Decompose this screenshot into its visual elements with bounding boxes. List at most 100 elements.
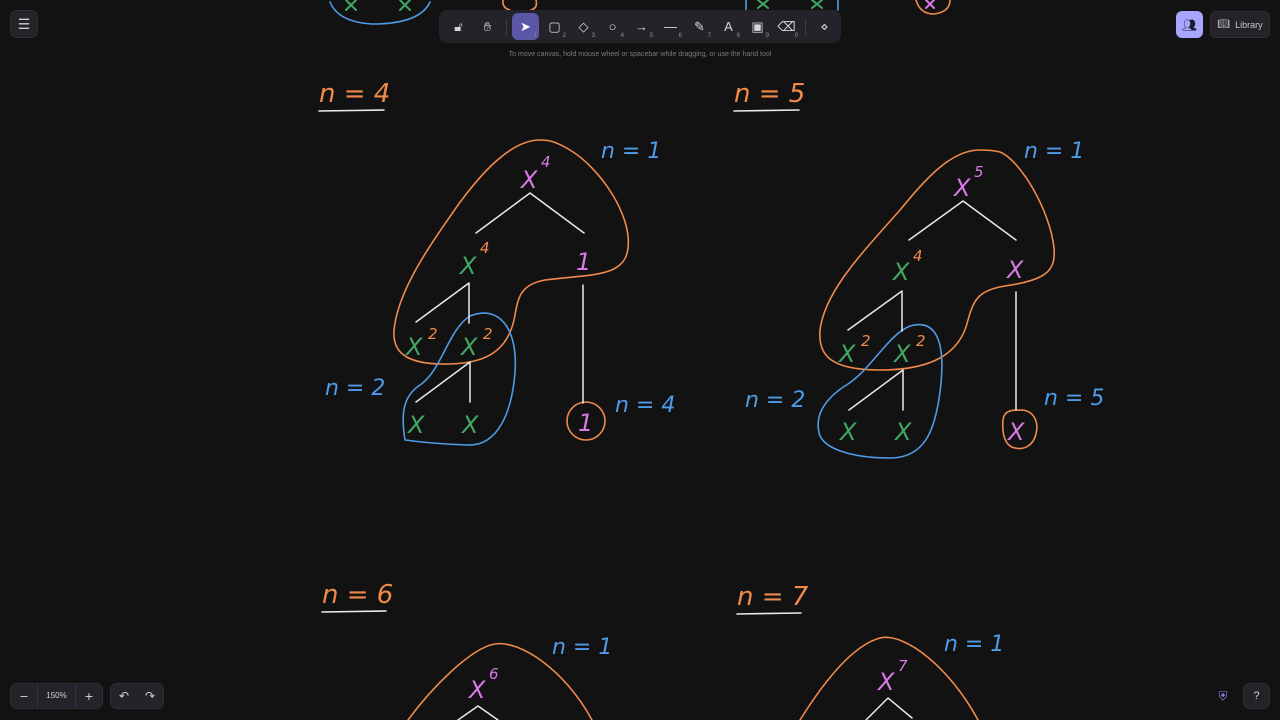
heading-n5: n = 5 — [734, 79, 805, 109]
block-n4: n = 4 X 4 X 4 1 X 2 X 2 X X 1 n = 1 n = … — [318, 79, 675, 446]
canvas-stroke — [475, 192, 585, 234]
canvas-stroke — [811, 0, 823, 9]
label-n4: n = 4 — [615, 393, 675, 418]
canvas-text: 1 — [578, 409, 593, 437]
image-icon: ▣ — [751, 18, 764, 34]
canvas-stroke — [329, 1, 431, 25]
canvas-stroke — [457, 705, 499, 720]
tool-shortcut-key: 4 — [620, 33, 624, 39]
canvas-text: 1 — [576, 248, 591, 276]
ellipse-icon: ○ — [608, 19, 617, 34]
tool-image[interactable]: ▣ 9 — [744, 13, 771, 40]
canvas-stroke — [415, 282, 470, 324]
canvas-text: X — [467, 676, 486, 704]
canvas-stroke — [847, 290, 903, 332]
canvas-text: 6 — [489, 665, 499, 683]
arrow-icon: → — [635, 19, 648, 34]
canvas-text: 4 — [913, 247, 923, 265]
canvas-text: X — [458, 252, 477, 280]
shield-icon[interactable]: ⛨ — [1215, 688, 1231, 704]
lock-icon: 🔓︎ — [454, 18, 463, 34]
canvas-text: X — [893, 418, 912, 446]
tool-more[interactable]: ⋄ — [811, 13, 838, 40]
canvas-text: X — [406, 411, 425, 439]
redo-button[interactable]: ↷ — [137, 684, 163, 708]
label-n2-5: n = 2 — [745, 388, 805, 413]
undo-button[interactable]: ↶ — [111, 684, 137, 708]
tool-shortcut-key: 5 — [649, 33, 653, 39]
canvas-text: X — [837, 340, 856, 368]
toolbar-divider — [506, 18, 507, 35]
eraser-icon: ⌫ — [777, 18, 796, 34]
tool-diamond[interactable]: ◇ 3 — [570, 13, 597, 40]
rectangle-icon: ▢ — [548, 18, 561, 34]
drawing-canvas[interactable]: n = 4 X 4 X 4 1 X 2 X 2 X X 1 n = 1 n = … — [0, 0, 1280, 720]
shapes-icon: ⋄ — [820, 18, 829, 34]
tool-hand[interactable]: ✋︎ — [474, 13, 501, 40]
pointer-icon: ➤ — [520, 18, 531, 34]
tool-arrow[interactable]: → 5 — [628, 13, 655, 40]
tool-lock[interactable]: 🔓︎ — [445, 13, 472, 40]
canvas-text: 5 — [974, 163, 984, 181]
library-label: Library — [1235, 19, 1263, 30]
help-button[interactable]: ? — [1243, 683, 1270, 709]
tool-text[interactable]: A8 — [715, 13, 742, 40]
hamburger-icon: ☰ — [17, 15, 31, 32]
canvas-stroke — [345, 0, 357, 11]
tool-shortcut-key: 6 — [678, 33, 682, 39]
library-button[interactable]: 📖︎ Library — [1210, 11, 1270, 38]
canvas-text: X — [1006, 418, 1025, 446]
canvas-stroke — [865, 697, 913, 720]
tool-shortcut-key: 1 — [533, 33, 537, 39]
zoom-reset-button[interactable]: 150% — [37, 684, 76, 708]
tool-rectangle[interactable]: ▢ 2 — [541, 13, 568, 40]
tool-line[interactable]: —6 — [657, 13, 684, 40]
canvas-text: 2 — [916, 332, 926, 350]
users-icon: 👥︎ — [1181, 17, 1198, 32]
canvas-text: X — [460, 411, 479, 439]
canvas-text: 7 — [898, 657, 908, 675]
collaborate-button[interactable]: 👥︎ — [1176, 11, 1203, 38]
canvas-text: X — [404, 333, 423, 361]
tool-shortcut-key: 2 — [562, 33, 566, 39]
canvas-text: X — [876, 668, 895, 696]
canvas-text: 2 — [428, 325, 438, 343]
canvas-text: X — [1005, 256, 1024, 284]
tool-eraser[interactable]: ⌫ 0 — [773, 13, 800, 40]
tool-selection[interactable]: ➤ 1 — [512, 13, 539, 40]
tool-shortcut-key: 8 — [736, 33, 740, 39]
canvas-stroke — [908, 200, 1017, 241]
canvas-text: 4 — [480, 239, 490, 257]
line-icon: — — [664, 19, 677, 34]
canvas-text: 4 — [541, 153, 551, 171]
history-controls: ↶ ↷ — [110, 683, 164, 709]
underline-n5 — [733, 109, 800, 112]
zoom-in-button[interactable]: + — [76, 684, 102, 708]
canvas-stroke — [757, 0, 769, 9]
hand-icon: ✋︎ — [483, 18, 492, 34]
shape-toolbar: 🔓︎ ✋︎ ➤ 1 ▢ 2 ◇ 3 ○ 4 → 5—6 ✎ 7 A 8 ▣ 9 ⌫ 0 ⋄ — [439, 10, 841, 43]
tool-draw[interactable]: ✎ 7 — [686, 13, 713, 40]
text-icon: A — [724, 19, 733, 34]
canvas-stroke — [399, 0, 411, 11]
zoom-out-button[interactable]: − — [11, 684, 37, 708]
block-n7: n = 7 X 7 n = 1 — [736, 582, 1004, 720]
canvas-text: X — [952, 174, 971, 202]
tool-shortcut-key: 3 — [591, 33, 595, 39]
label-n1-7: n = 1 — [944, 632, 1004, 657]
zoom-controls: − 150% + — [10, 683, 103, 709]
label-n2: n = 2 — [325, 376, 385, 401]
book-icon: 📖︎ — [1217, 19, 1231, 30]
excalidraw-app: n = 4 X 4 X 4 1 X 2 X 2 X X 1 n = 1 n = … — [0, 0, 1280, 720]
tool-shortcut-key: 7 — [707, 33, 711, 39]
tool-ellipse[interactable]: ○ 4 — [599, 13, 626, 40]
pencil-icon: ✎ — [694, 18, 705, 34]
main-menu-button[interactable]: ☰ — [10, 10, 38, 38]
toolbar-divider — [805, 18, 806, 35]
label-n1: n = 1 — [601, 139, 661, 164]
canvas-text: X — [519, 166, 538, 194]
canvas-text: X — [838, 418, 857, 446]
label-n1-6: n = 1 — [552, 635, 612, 660]
underline-n4 — [318, 109, 385, 112]
canvas-text: 2 — [483, 325, 493, 343]
